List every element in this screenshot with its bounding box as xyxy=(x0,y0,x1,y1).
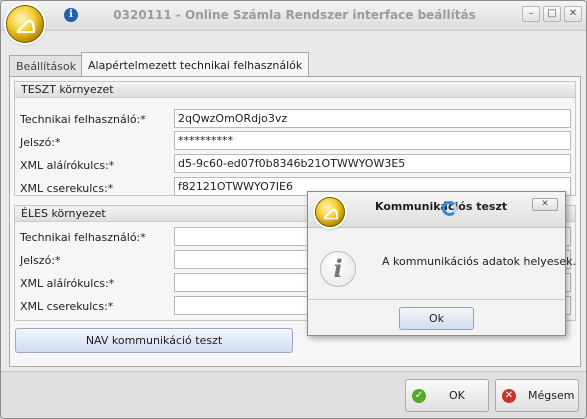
test-password-label: Jelszó:* xyxy=(20,136,61,149)
cancel-button-label: Mégsem xyxy=(528,389,575,402)
window-title: 0320111 - Online Számla Rendszer interfa… xyxy=(113,8,476,22)
maximize-button[interactable]: □ xyxy=(543,6,561,22)
tab-settings[interactable]: Beállítások xyxy=(9,55,84,76)
dialog-title-bar: Kommunikációs teszt ✕ xyxy=(308,192,565,228)
test-xml-signing-key-input[interactable]: d5-9c60-ed07f0b8346b21OTWWYOW3E5 xyxy=(174,154,571,173)
dialog-close-button[interactable]: ✕ xyxy=(532,198,558,211)
close-icon: ✕ xyxy=(502,389,516,403)
test-environment-group: TESZT környezet Technikai felhasználó:* … xyxy=(14,81,576,196)
info-icon: i xyxy=(320,251,356,287)
main-window: i 0320111 - Online Számla Rendszer inter… xyxy=(0,0,587,419)
test-technical-user-input[interactable]: 2qQwzOmORdjo3vz xyxy=(174,109,571,128)
cancel-button[interactable]: ✕ Mégsem xyxy=(495,379,579,412)
test-xml-signing-key-label: XML aláírókulcs:* xyxy=(20,159,115,172)
tab-default-technical-users[interactable]: Alapértelmezett technikai felhasználók xyxy=(81,52,310,77)
communication-test-dialog: Kommunikációs teszt ✕ i A kommunikációs … xyxy=(307,191,576,336)
test-environment-heading: TESZT környezet xyxy=(15,82,575,98)
dialog-divider xyxy=(308,299,565,300)
ok-button-label: OK xyxy=(449,389,465,402)
dialog-ok-button[interactable]: Ok xyxy=(399,307,474,330)
dialog-title: Kommunikációs teszt xyxy=(375,200,508,213)
spinner-icon xyxy=(442,201,457,216)
test-password-input[interactable]: ********** xyxy=(174,131,571,150)
live-technical-user-label: Technikai felhasználó:* xyxy=(20,231,146,244)
live-xml-exchange-key-label: XML cserekulcs:* xyxy=(20,300,114,313)
app-logo-icon xyxy=(315,197,345,227)
live-password-label: Jelszó:* xyxy=(20,254,61,267)
test-technical-user-label: Technikai felhasználó:* xyxy=(20,113,146,126)
title-bar: i 0320111 - Online Számla Rendszer inter… xyxy=(1,1,586,31)
app-logo-icon xyxy=(6,5,44,43)
minimize-button[interactable]: – xyxy=(522,6,540,22)
nav-communication-test-button[interactable]: NAV kommunikáció teszt xyxy=(15,328,293,353)
test-xml-exchange-key-label: XML cserekulcs:* xyxy=(20,182,114,195)
close-button[interactable]: ✕ xyxy=(564,6,582,22)
check-icon: ✓ xyxy=(412,389,426,403)
live-xml-signing-key-label: XML aláírókulcs:* xyxy=(20,277,115,290)
ok-button[interactable]: ✓ OK xyxy=(405,379,489,412)
dialog-message: A kommunikációs adatok helyesek. xyxy=(382,255,576,268)
